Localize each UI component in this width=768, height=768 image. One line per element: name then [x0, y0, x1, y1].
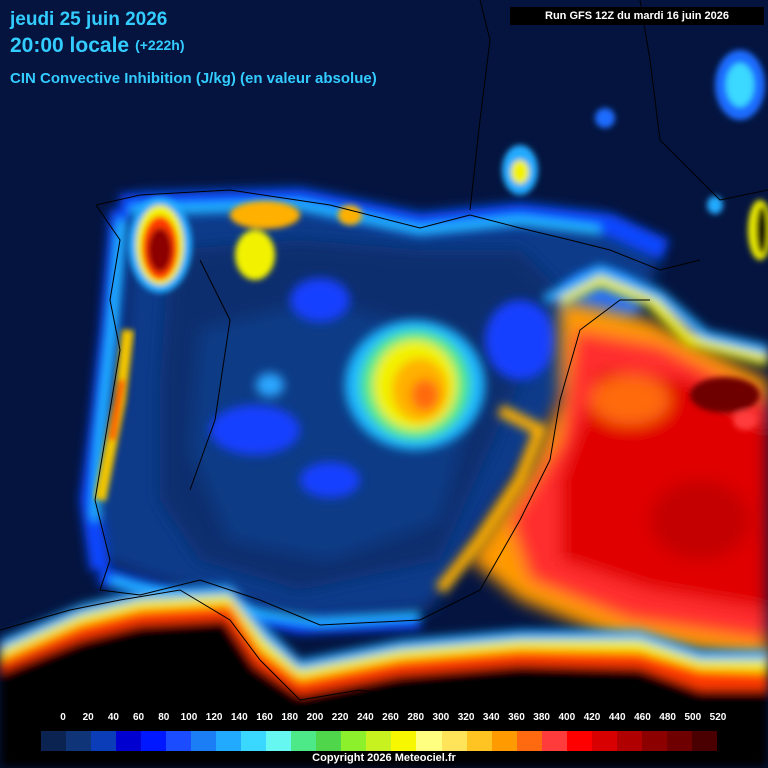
legend-swatch-14	[391, 731, 417, 751]
copyright: Copyright 2026 Meteociel.fr	[312, 752, 456, 764]
legend-tick-460: 460	[634, 712, 651, 723]
forecast-date: jeudi 25 juin 2026	[10, 9, 168, 30]
legend-tick-420: 420	[583, 712, 601, 723]
legend-tick-400: 400	[558, 712, 576, 723]
legend-swatch-15	[416, 731, 442, 751]
legend-swatch-10	[291, 731, 317, 751]
forecast-time-label: 20:00 locale	[10, 34, 130, 57]
legend-swatch-21	[566, 731, 592, 751]
legend-tick-500: 500	[684, 712, 702, 723]
legend-tick-0: 0	[60, 712, 66, 723]
legend-swatch-11	[316, 731, 342, 751]
legend-swatch-2	[91, 731, 117, 751]
legend-swatch-0	[41, 731, 67, 751]
legend-swatch-18	[491, 731, 517, 751]
legend-tick-280: 280	[407, 712, 425, 723]
forecast-time: 20:00 locale (+222h)	[10, 33, 185, 58]
legend-tick-480: 480	[659, 712, 676, 723]
legend-swatch-8	[241, 731, 267, 751]
legend-tick-380: 380	[533, 712, 550, 723]
legend-tick-240: 240	[356, 712, 374, 723]
legend-tick-520: 520	[709, 712, 727, 723]
central-hotspot	[345, 320, 485, 450]
legend-swatch-5	[166, 731, 192, 751]
map-viewer: jeudi 25 juin 2026 20:00 locale (+222h) C…	[0, 0, 768, 768]
run-label: Run GFS 12Z du mardi 16 juin 2026	[510, 7, 764, 25]
legend-tick-40: 40	[107, 712, 119, 723]
legend-tick-180: 180	[281, 712, 299, 723]
cin-map	[0, 0, 768, 768]
legend-swatch-7	[216, 731, 242, 751]
legend-swatch-24	[641, 731, 667, 751]
legend-swatch-25	[666, 731, 692, 751]
legend-ticks: 0 20 40 60 80 100 120 140 160 180 200 220 240 260 280 3…	[0, 712, 768, 726]
legend-swatch-13	[366, 731, 392, 751]
legend-tick-100: 100	[180, 712, 198, 723]
forecast-offset: (+222h)	[135, 37, 185, 53]
legend-tick-300: 300	[432, 712, 450, 723]
legend-swatch-3	[116, 731, 142, 751]
legend-tick-120: 120	[205, 712, 223, 723]
legend-tick-20: 20	[82, 712, 94, 723]
legend-swatch-19	[516, 731, 542, 751]
legend-tick-140: 140	[231, 712, 248, 723]
legend-swatch-23	[616, 731, 642, 751]
legend-swatch-22	[591, 731, 617, 751]
legend-tick-220: 220	[331, 712, 349, 723]
legend-tick-160: 160	[256, 712, 273, 723]
legend-tick-440: 440	[608, 712, 626, 723]
legend-tick-260: 260	[382, 712, 399, 723]
legend-tick-340: 340	[482, 712, 500, 723]
legend-tick-320: 320	[457, 712, 475, 723]
legend-swatch-16	[441, 731, 467, 751]
legend-swatch-20	[541, 731, 567, 751]
legend-color-bar	[40, 730, 718, 752]
legend-tick-360: 360	[508, 712, 525, 723]
legend-tick-60: 60	[133, 712, 145, 723]
field-title: CIN Convective Inhibition (J/kg) (en val…	[10, 70, 377, 87]
legend-swatch-4	[141, 731, 167, 751]
legend-swatch-9	[266, 731, 292, 751]
legend-tick-200: 200	[306, 712, 324, 723]
legend-swatch-1	[66, 731, 92, 751]
legend-tick-80: 80	[158, 712, 170, 723]
legend-swatch-6	[191, 731, 217, 751]
legend-swatch-17	[466, 731, 492, 751]
legend-swatch-12	[341, 731, 367, 751]
legend-swatch-26	[691, 731, 717, 751]
